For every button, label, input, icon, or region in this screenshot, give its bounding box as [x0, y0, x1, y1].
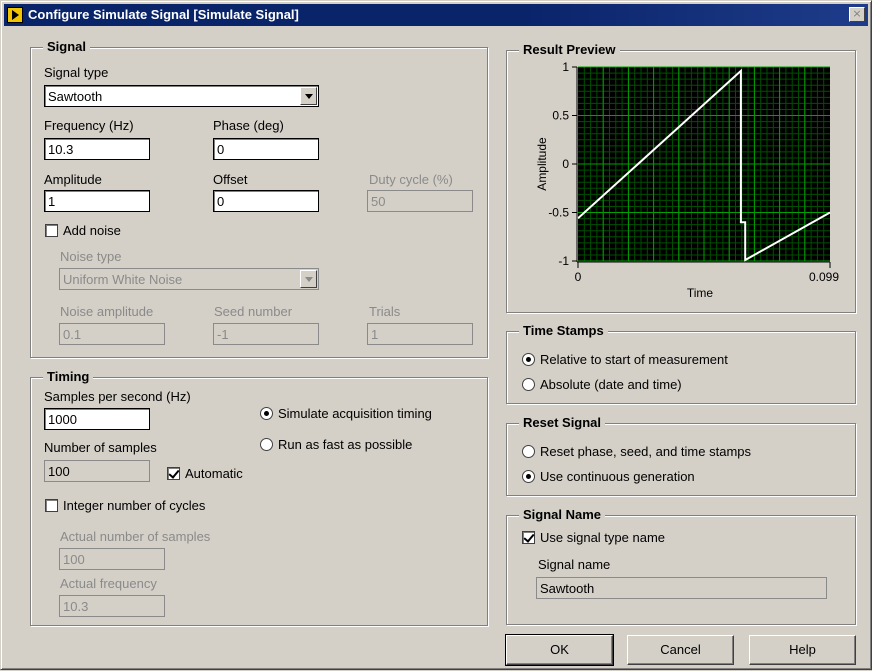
use-type-name-checkbox[interactable]: [522, 531, 535, 544]
help-button[interactable]: Help: [749, 635, 856, 665]
use-type-name-label[interactable]: Use signal type name: [540, 530, 665, 545]
signal-name-input: Sawtooth: [536, 577, 827, 599]
absolute-time-radio[interactable]: [522, 378, 535, 391]
y-tick-label: -1: [558, 254, 569, 268]
reset-signal-legend: Reset Signal: [519, 415, 606, 430]
x-axis-label: Time: [687, 286, 714, 300]
relative-time-label[interactable]: Relative to start of measurement: [540, 352, 728, 367]
dialog-window: Configure Simulate Signal [Simulate Sign…: [0, 0, 872, 670]
reset-phase-radio[interactable]: [522, 445, 535, 458]
reset-signal-group: Reset Signal: [506, 415, 856, 496]
y-tick-label: -0.5: [548, 206, 569, 220]
cancel-button[interactable]: Cancel: [627, 635, 734, 665]
time-stamps-legend: Time Stamps: [519, 323, 608, 338]
continuous-generation-radio[interactable]: [522, 470, 535, 483]
ok-button[interactable]: OK: [505, 634, 614, 666]
x-tick-label: 0.099: [809, 270, 839, 284]
x-tick-label: 0: [575, 270, 582, 284]
y-tick-label: 0: [562, 157, 569, 171]
relative-time-radio[interactable]: [522, 353, 535, 366]
absolute-time-label[interactable]: Absolute (date and time): [540, 377, 682, 392]
signal-name-label: Signal name: [538, 557, 611, 572]
y-tick-label: 0.5: [552, 109, 569, 123]
y-tick-label: 1: [562, 60, 569, 74]
continuous-generation-label[interactable]: Use continuous generation: [540, 469, 695, 484]
signal-name-legend: Signal Name: [519, 507, 606, 522]
y-axis-label: Amplitude: [535, 137, 549, 191]
reset-phase-label[interactable]: Reset phase, seed, and time stamps: [540, 444, 751, 459]
time-stamps-group: Time Stamps: [506, 323, 856, 404]
